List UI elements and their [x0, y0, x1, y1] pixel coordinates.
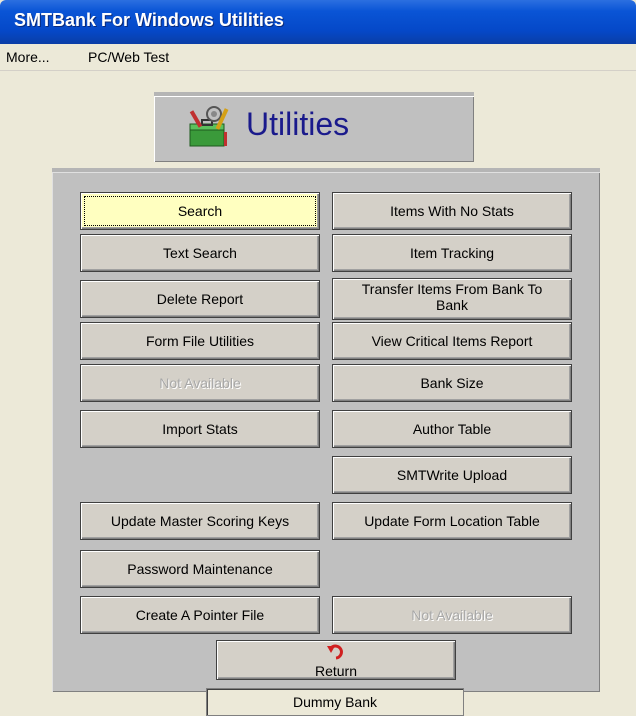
return-button[interactable]: Return [216, 640, 456, 680]
transfer-items-button[interactable]: Transfer Items From Bank To Bank [332, 278, 572, 320]
client-area: Utilities Search Text Search Delete Repo… [6, 72, 630, 716]
transfer-items-label-line2: Bank [436, 297, 468, 313]
utilities-panel: Search Text Search Delete Report Form Fi… [52, 168, 600, 692]
view-critical-items-button[interactable]: View Critical Items Report [332, 322, 572, 360]
window-title: SMTBank For Windows Utilities [14, 10, 284, 30]
return-label: Return [314, 663, 358, 679]
delete-report-button[interactable]: Delete Report [80, 280, 320, 318]
create-pointer-file-button[interactable]: Create A Pointer File [80, 596, 320, 634]
author-table-button[interactable]: Author Table [332, 410, 572, 448]
import-stats-button[interactable]: Import Stats [80, 410, 320, 448]
toolbox-icon [189, 106, 229, 147]
return-arrow-icon [327, 644, 343, 660]
update-form-location-button[interactable]: Update Form Location Table [332, 502, 572, 540]
menu-pc-web-test[interactable]: PC/Web Test [88, 49, 169, 65]
update-master-scoring-keys-button[interactable]: Update Master Scoring Keys [80, 502, 320, 540]
utilities-window: SMTBank For Windows Utilities More... PC… [0, 0, 636, 716]
search-button[interactable]: Search [80, 192, 320, 230]
text-search-button[interactable]: Text Search [80, 234, 320, 272]
bank-size-button[interactable]: Bank Size [332, 364, 572, 402]
not-available-right-button: Not Available [332, 596, 572, 634]
items-with-no-stats-button[interactable]: Items With No Stats [332, 192, 572, 230]
item-tracking-button[interactable]: Item Tracking [332, 234, 572, 272]
transfer-items-label-line1: Transfer Items From Bank To [361, 281, 543, 297]
menu-bar: More... PC/Web Test [0, 44, 636, 71]
header-banner: Utilities [154, 92, 474, 162]
password-maintenance-button[interactable]: Password Maintenance [80, 550, 320, 588]
form-file-utilities-button[interactable]: Form File Utilities [80, 322, 320, 360]
menu-more[interactable]: More... [6, 49, 50, 65]
not-available-left-button: Not Available [80, 364, 320, 402]
title-bar[interactable]: SMTBank For Windows Utilities [0, 0, 636, 44]
page-title: Utilities [246, 106, 350, 142]
bank-status: Dummy Bank [206, 688, 464, 716]
smtwrite-upload-button[interactable]: SMTWrite Upload [332, 456, 572, 494]
